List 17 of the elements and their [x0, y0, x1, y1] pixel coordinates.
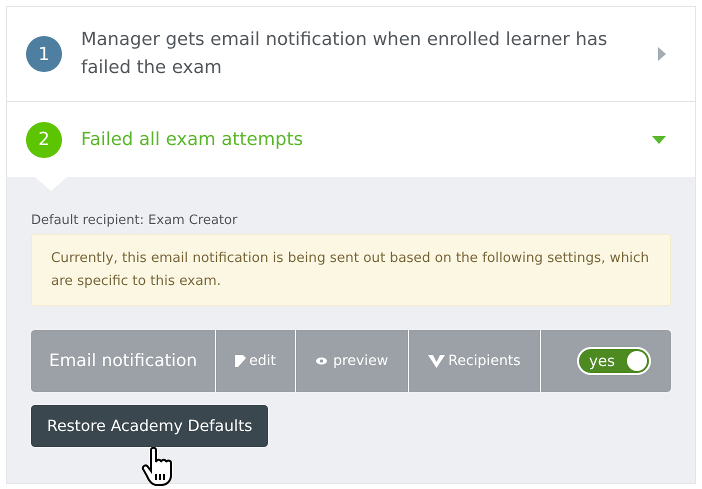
- step-number: 2: [26, 122, 62, 158]
- step-number: 1: [26, 36, 62, 72]
- toolbar-dropdown[interactable]: Recipients: [409, 330, 541, 392]
- eye-icon: [316, 357, 328, 365]
- restore-defaults-button[interactable]: Restore Academy Defaults: [31, 405, 268, 447]
- caret-down-icon: [651, 134, 667, 144]
- toolbar-link[interactable]: preview: [296, 330, 410, 392]
- caret-right-icon: [657, 46, 667, 62]
- toolbar-link[interactable]: edit: [216, 330, 296, 392]
- chevron-down-icon: [428, 354, 446, 368]
- step-title: Failed all exam attempts: [81, 128, 304, 152]
- pencil-icon: [235, 355, 246, 367]
- notice-message: Currently, this email notification is being sent out based on the following settings, which are specific to this exam.: [31, 234, 671, 306]
- step-title: Manager gets email notification when enrolled learner has failed the exam: [81, 28, 608, 80]
- toggle-switch[interactable]: yes: [577, 347, 651, 375]
- default-recipient-text: Default recipient: Exam Creator: [31, 213, 238, 228]
- toolbar-label: Email notification: [31, 330, 216, 392]
